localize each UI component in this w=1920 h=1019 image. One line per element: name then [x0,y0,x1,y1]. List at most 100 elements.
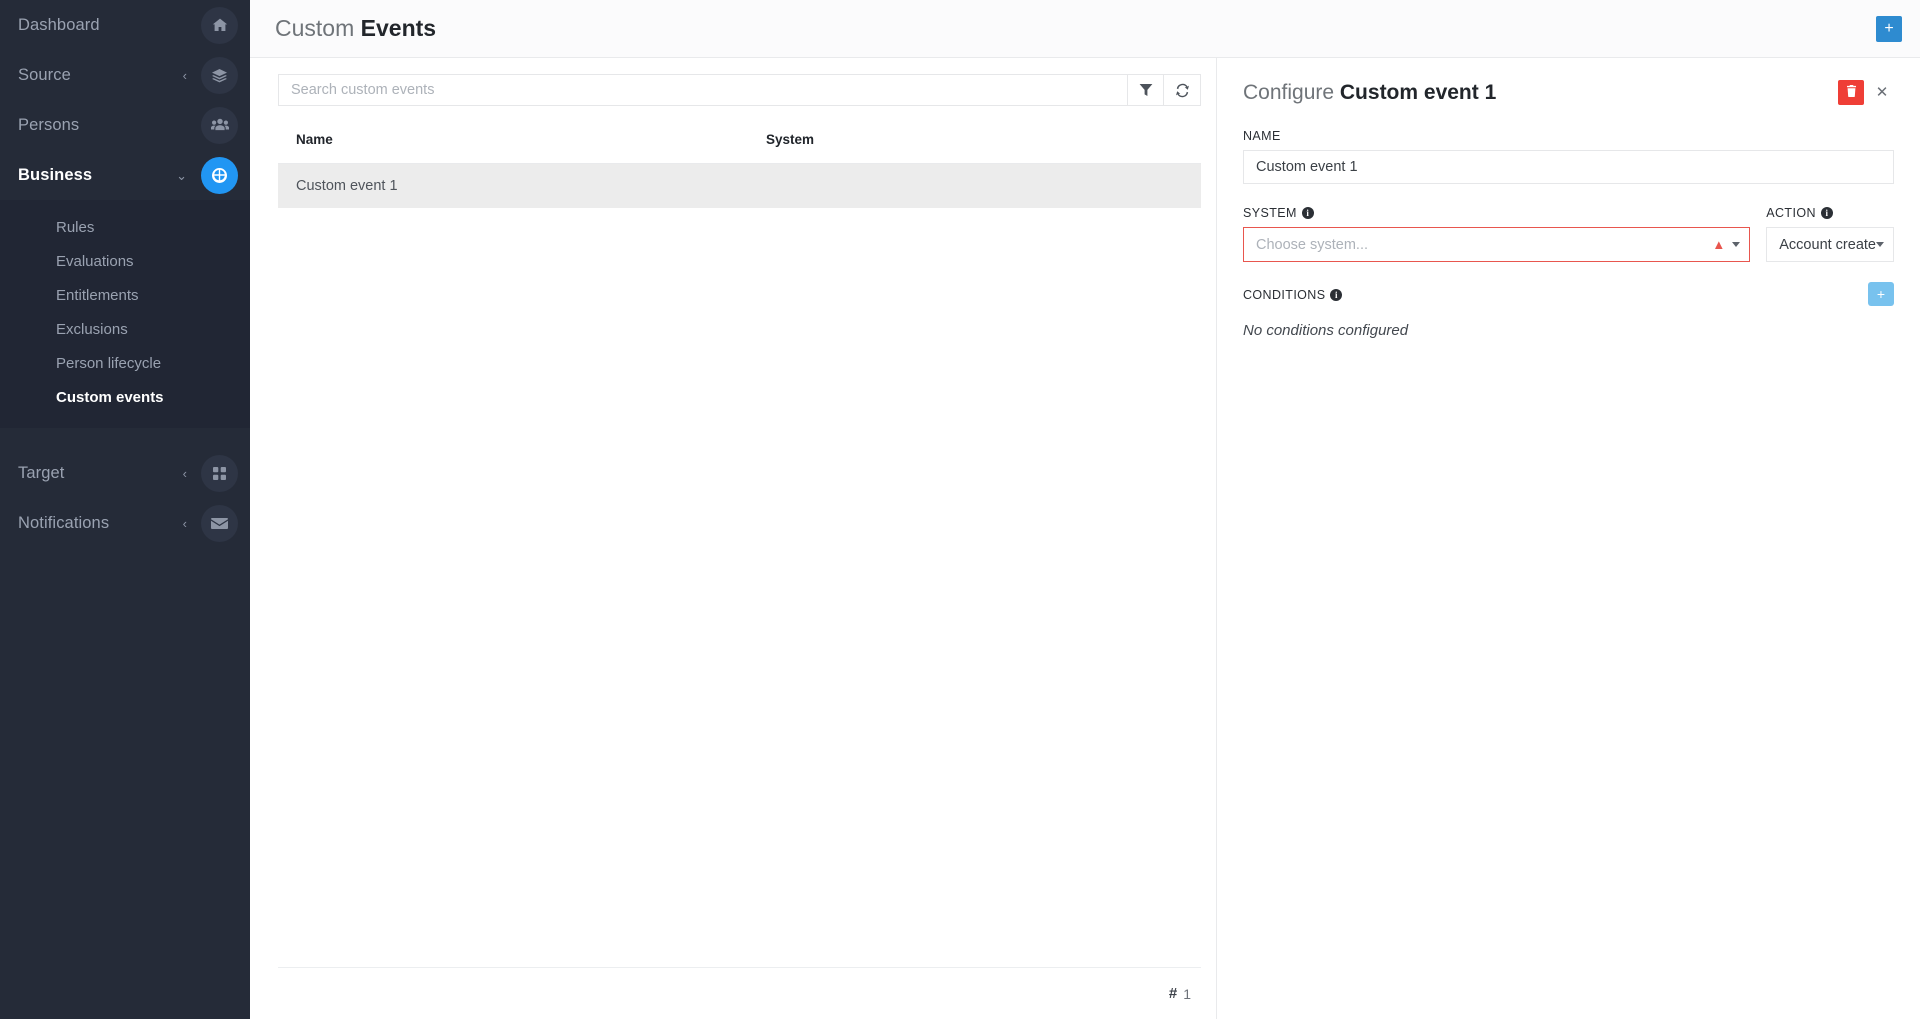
envelope-icon [201,504,238,542]
sidebar-item-evaluations[interactable]: Evaluations [0,244,250,278]
action-select[interactable]: Account create [1766,227,1894,263]
people-icon [201,106,238,144]
business-icon [201,156,238,194]
sidebar-subitem-label: Entitlements [56,286,139,304]
chevron-down-icon[interactable]: ⌄ [176,169,187,182]
panel-title: Configure Custom event 1 [1243,80,1838,105]
record-count-value: 1 [1183,985,1191,1002]
filter-icon [1139,83,1153,97]
search-toolbar [278,74,1201,106]
conditions-header: CONDITIONS i + [1243,282,1894,307]
close-panel-button[interactable]: ✕ [1870,81,1894,105]
table-row[interactable]: Custom event 1 [278,163,1201,208]
table-footer: # 1 [278,967,1201,1019]
action-label: ACTION i [1766,206,1894,220]
cell-system [748,163,1201,208]
custom-events-list-panel: Name System Custom event 1 [250,58,1216,1019]
column-header-system[interactable]: System [748,124,1201,164]
no-conditions-message: No conditions configured [1243,322,1409,340]
page-header: Custom Events + [250,0,1920,58]
sidebar-subnav-business: Rules Evaluations Entitlements Exclusion… [0,200,250,428]
system-select[interactable]: Choose system... ▲ [1243,227,1751,263]
sidebar-item-exclusions[interactable]: Exclusions [0,312,250,346]
name-label: NAME [1243,129,1894,143]
system-label: SYSTEM i [1243,206,1750,220]
content-area: Name System Custom event 1 [250,58,1920,1019]
chevron-left-icon[interactable]: ‹ [183,467,187,480]
system-label-text: SYSTEM [1243,206,1297,221]
system-select-placeholder: Choose system... [1256,236,1369,253]
table-empty-space [278,208,1201,967]
sidebar-item-dashboard[interactable]: Dashboard [0,0,250,50]
filter-button[interactable] [1127,74,1164,106]
delete-button[interactable] [1838,80,1864,105]
sidebar-item-label: Business [18,165,93,184]
column-header-name[interactable]: Name [278,124,748,164]
info-icon[interactable]: i [1820,207,1833,220]
close-icon: ✕ [1875,84,1889,101]
sidebar-item-persons[interactable]: Persons [0,100,250,150]
configure-panel: Configure Custom event 1 ✕ NAME Custom e… [1216,58,1920,1019]
conditions-label-text: CONDITIONS [1243,288,1326,303]
chevron-down-icon [1876,242,1884,248]
add-condition-button[interactable]: + [1868,282,1894,307]
sidebar-subitem-label: Custom events [56,388,164,406]
page-title-bold: Events [360,15,437,41]
sidebar-subitem-label: Person lifecycle [56,354,162,372]
table-body: Custom event 1 [278,163,1201,208]
add-custom-event-button[interactable]: + [1876,15,1902,42]
sidebar-item-person-lifecycle[interactable]: Person lifecycle [0,346,250,380]
sidebar-item-source[interactable]: Source ‹ [0,50,250,100]
sidebar-item-notifications[interactable]: Notifications ‹ [0,498,250,548]
custom-events-table: Name System Custom event 1 [278,124,1201,208]
sidebar-item-label: Dashboard [18,15,100,34]
info-icon[interactable]: i [1301,207,1314,220]
warning-icon: ▲ [1712,237,1726,253]
action-select-value: Account create [1779,236,1876,253]
sidebar-item-target[interactable]: Target ‹ [0,448,250,498]
panel-title-light: Configure [1243,81,1340,104]
info-icon[interactable]: i [1330,289,1343,302]
panel-actions: ✕ [1838,80,1894,105]
name-input[interactable] [1243,150,1894,185]
home-icon [201,6,238,44]
cell-name: Custom event 1 [278,163,748,208]
chevron-down-icon [1732,242,1741,248]
page-title: Custom Events [275,15,436,42]
trash-icon [1846,85,1857,100]
system-field-group: SYSTEM i Choose system... ▲ [1243,206,1751,263]
table-header-row: Name System [278,124,1201,164]
sidebar-item-label: Persons [18,115,80,134]
system-action-row: SYSTEM i Choose system... ▲ ACTION i Acc… [1243,206,1894,263]
sidebar-item-rules[interactable]: Rules [0,210,250,244]
layers-icon [201,56,238,94]
sidebar-item-business[interactable]: Business ⌄ [0,150,250,200]
sidebar-subitem-label: Exclusions [56,320,128,338]
main-content: Custom Events + Search custom events Nam… [250,0,1920,1019]
action-field-group: ACTION i Account create [1766,206,1894,263]
conditions-label: CONDITIONS i [1243,288,1868,302]
sidebar-item-label: Notifications [18,513,110,532]
panel-title-bold: Custom event 1 [1339,81,1497,104]
name-label-text: NAME [1243,129,1281,144]
chevron-left-icon[interactable]: ‹ [183,69,187,82]
grid-icon [201,454,238,492]
chevron-left-icon[interactable]: ‹ [183,517,187,530]
sidebar: Dashboard Source ‹ Persons Business ⌄ Ru… [0,0,250,1019]
name-field-group: NAME [1243,129,1894,185]
custom-events-table-wrap: Name System Custom event 1 # 1 [278,124,1201,1019]
sidebar-item-custom-events[interactable]: Custom events [0,380,250,414]
refresh-button[interactable] [1164,74,1201,106]
sidebar-item-entitlements[interactable]: Entitlements [0,278,250,312]
sidebar-subitem-label: Rules [56,218,95,236]
panel-header: Configure Custom event 1 ✕ [1243,80,1894,105]
record-count: # 1 [1169,985,1191,1002]
sidebar-item-label: Source [18,65,71,84]
action-label-text: ACTION [1766,206,1816,221]
search-input[interactable] [278,74,1127,106]
sidebar-item-label: Target [18,463,65,482]
hash-icon: # [1168,985,1178,1002]
table-head: Name System [278,124,1201,164]
app-root: Dashboard Source ‹ Persons Business ⌄ Ru… [0,0,1920,1019]
